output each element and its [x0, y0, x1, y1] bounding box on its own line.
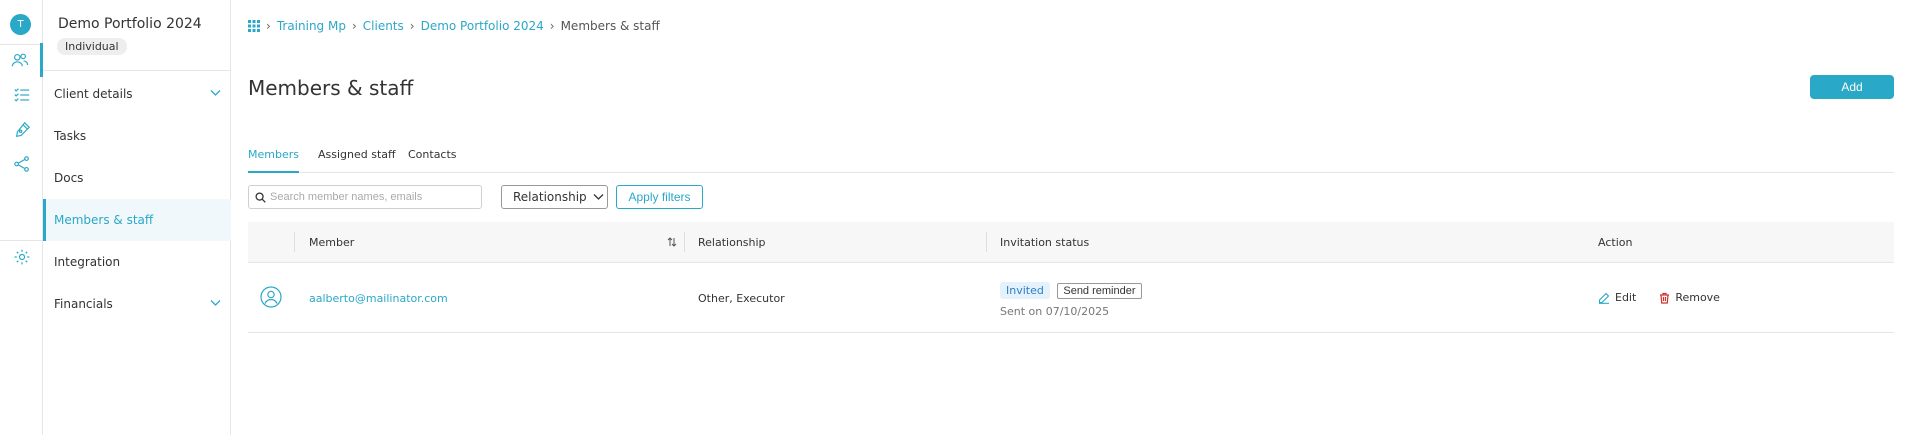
column-header-relationship: Relationship [698, 236, 766, 249]
sort-icon[interactable] [667, 237, 677, 247]
side-item-members-staff[interactable]: Members & staff [43, 199, 231, 241]
table-header: Member Relationship Invitation status Ac… [248, 222, 1894, 263]
breadcrumb-link[interactable]: Clients [363, 19, 404, 33]
search-icon [255, 191, 266, 203]
share-icon [13, 156, 29, 172]
relationship-dropdown[interactable]: Relationship [501, 185, 608, 209]
trash-icon[interactable] [1659, 292, 1670, 304]
column-divider [986, 232, 987, 252]
column-header-invitation-status: Invitation status [1000, 236, 1090, 249]
chevron-down-icon [593, 194, 604, 200]
chevron-right-icon: › [549, 19, 555, 33]
breadcrumb: › Training Mp › Clients › Demo Portfolio… [248, 19, 660, 33]
add-button[interactable]: Add [1810, 75, 1894, 99]
column-header-member: Member [309, 236, 355, 249]
users-icon [11, 53, 29, 67]
tab-contacts[interactable]: Contacts [408, 148, 457, 173]
column-divider [294, 232, 295, 252]
client-title: Demo Portfolio 2024 [58, 16, 202, 32]
edit-button[interactable]: Edit [1615, 291, 1636, 304]
members-table: Member Relationship Invitation status Ac… [248, 222, 1894, 333]
side-panel: Demo Portfolio 2024 Individual Client de… [43, 0, 231, 435]
checklist-icon [13, 88, 29, 102]
chevron-right-icon: › [266, 19, 271, 33]
chevron-right-icon: › [409, 19, 415, 33]
relationship-dropdown-label: Relationship [513, 190, 587, 204]
pen-icon [15, 121, 30, 138]
invitation-status-cell: Invited Send reminder Sent on 07/10/2025 [1000, 282, 1142, 318]
column-header-action: Action [1598, 236, 1633, 249]
member-email-link[interactable]: aalberto@mailinator.com [309, 292, 448, 305]
chevron-down-icon [210, 90, 221, 96]
page-title: Members & staff [248, 76, 414, 100]
tab-members[interactable]: Members [248, 148, 299, 173]
rail-tasks[interactable] [0, 78, 43, 112]
breadcrumb-link[interactable]: Training Mp [277, 19, 346, 33]
sent-date: Sent on 07/10/2025 [1000, 305, 1110, 318]
tab-assigned-staff[interactable]: Assigned staff [318, 148, 396, 173]
status-badge: Invited [1000, 282, 1050, 299]
send-reminder-button[interactable]: Send reminder [1057, 283, 1142, 299]
tab-bar: Members Assigned staff Contacts [248, 148, 1894, 173]
table-row: aalberto@mailinator.com Other, Executor … [248, 263, 1894, 333]
chevron-down-icon [210, 300, 221, 306]
side-item-label: Client details [54, 87, 133, 101]
chevron-right-icon: › [351, 19, 357, 33]
apps-grid-icon[interactable] [248, 20, 260, 32]
user-avatar-icon [260, 286, 282, 308]
relationship-value: Other, Executor [698, 292, 785, 305]
rail-share[interactable] [0, 147, 43, 181]
main-content: › Training Mp › Clients › Demo Portfolio… [231, 0, 1907, 435]
rail-sign[interactable] [0, 113, 43, 147]
side-item-label: Docs [54, 171, 84, 185]
side-divider [43, 70, 231, 71]
client-type-badge: Individual [57, 38, 127, 55]
side-item-financials[interactable]: Financials [43, 283, 231, 325]
side-item-docs[interactable]: Docs [43, 157, 231, 199]
rail-settings[interactable] [0, 240, 43, 274]
side-item-label: Financials [54, 297, 113, 311]
search-input[interactable] [270, 191, 475, 203]
remove-button[interactable]: Remove [1675, 291, 1720, 304]
search-box [248, 185, 482, 209]
column-divider [684, 232, 685, 252]
apply-filters-button[interactable]: Apply filters [616, 185, 703, 209]
avatar[interactable]: T [10, 14, 31, 35]
rail-members[interactable] [0, 43, 43, 77]
side-item-label: Integration [54, 255, 121, 269]
side-item-label: Tasks [54, 129, 87, 143]
side-item-client-details[interactable]: Client details [43, 73, 231, 115]
row-actions: Edit Remove [1598, 291, 1720, 304]
breadcrumb-current: Members & staff [560, 19, 660, 33]
breadcrumb-link[interactable]: Demo Portfolio 2024 [421, 19, 544, 33]
side-item-integration[interactable]: Integration [43, 241, 231, 283]
side-item-tasks[interactable]: Tasks [43, 115, 231, 157]
icon-rail: T [0, 0, 43, 435]
side-item-label: Members & staff [54, 213, 154, 227]
edit-icon[interactable] [1598, 292, 1610, 304]
gear-icon [14, 249, 29, 265]
